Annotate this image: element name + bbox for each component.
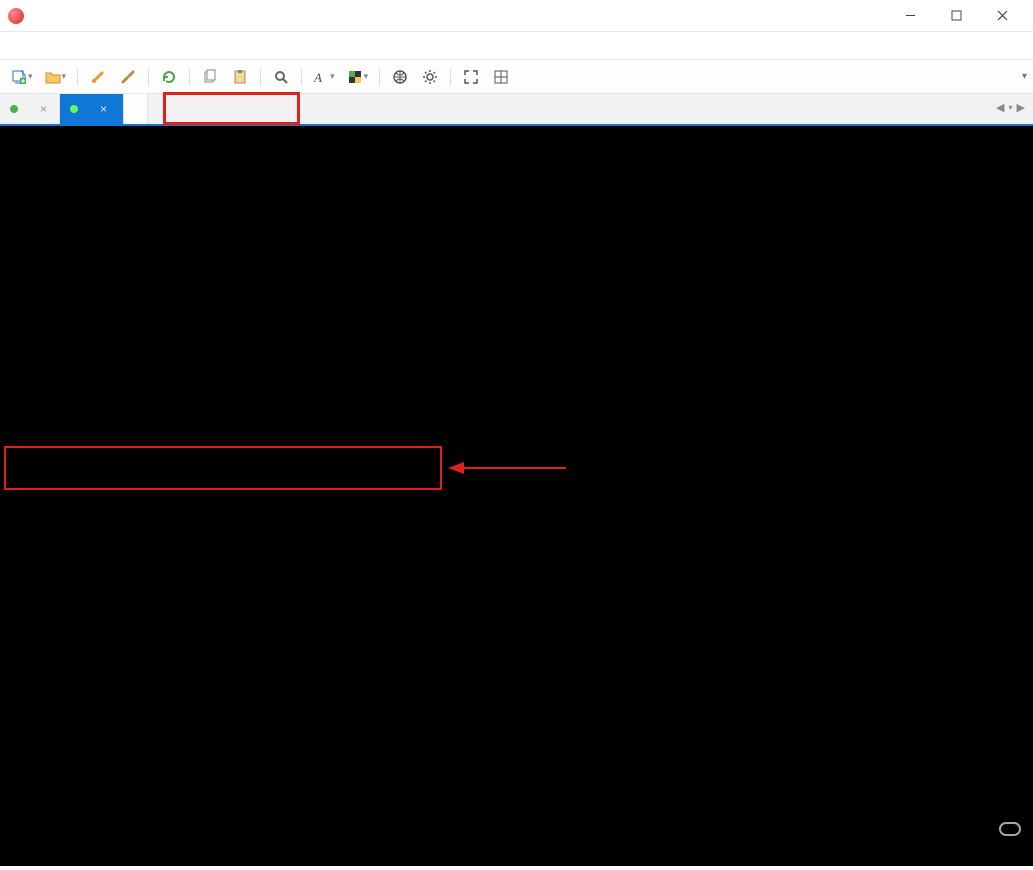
tab-close-icon[interactable]: × bbox=[40, 102, 47, 116]
tab-next-icon[interactable]: ▶ bbox=[1017, 101, 1025, 114]
svg-text:A: A bbox=[313, 70, 322, 85]
fullscreen-icon[interactable] bbox=[459, 65, 483, 89]
color-scheme-icon[interactable]: ▾ bbox=[344, 65, 372, 89]
tab-menu-caret-icon[interactable]: ▾ bbox=[1009, 103, 1013, 116]
add-tab-button[interactable] bbox=[124, 94, 148, 124]
reconnect-icon[interactable] bbox=[157, 65, 181, 89]
copy-icon[interactable] bbox=[198, 65, 222, 89]
tab-prev-icon[interactable]: ◀ bbox=[996, 101, 1004, 114]
globe-icon[interactable] bbox=[388, 65, 412, 89]
annotation-box-tab bbox=[163, 92, 300, 125]
tab-zabbix-server[interactable]: × bbox=[0, 94, 60, 124]
paste-icon[interactable] bbox=[228, 65, 252, 89]
tab-nav-arrows[interactable]: ◀ ▾ ▶ bbox=[996, 101, 1025, 114]
toolbar-overflow-icon[interactable]: ▾ bbox=[1022, 71, 1027, 82]
annotation-arrow-icon bbox=[448, 456, 568, 480]
status-dot-icon bbox=[10, 105, 18, 113]
find-icon[interactable] bbox=[269, 65, 293, 89]
open-icon[interactable]: ▾ bbox=[42, 65, 70, 89]
tab-close-icon[interactable]: × bbox=[100, 102, 107, 116]
watermark bbox=[961, 799, 1025, 862]
status-dot-icon bbox=[70, 105, 78, 113]
tile-icon[interactable] bbox=[489, 65, 513, 89]
maximize-button[interactable] bbox=[933, 2, 979, 30]
settings-icon[interactable] bbox=[418, 65, 442, 89]
disconnect-icon[interactable] bbox=[116, 65, 140, 89]
close-button[interactable] bbox=[979, 2, 1025, 30]
new-session-icon[interactable]: ▾ bbox=[8, 65, 36, 89]
terminal[interactable] bbox=[0, 126, 1033, 866]
font-icon[interactable]: A ▾ bbox=[310, 65, 338, 89]
toolbar: ▾ ▾ A ▾ ▾ ▾ bbox=[0, 60, 1033, 94]
connect-icon[interactable] bbox=[86, 65, 110, 89]
tab-client[interactable]: × bbox=[60, 94, 124, 124]
app-icon bbox=[8, 8, 24, 24]
window-titlebar bbox=[0, 0, 1033, 32]
minimize-button[interactable] bbox=[887, 2, 933, 30]
annotation-box-terminal bbox=[4, 446, 442, 490]
tabstrip: × × ◀ ▾ ▶ bbox=[0, 94, 1033, 126]
menubar bbox=[0, 32, 1033, 60]
